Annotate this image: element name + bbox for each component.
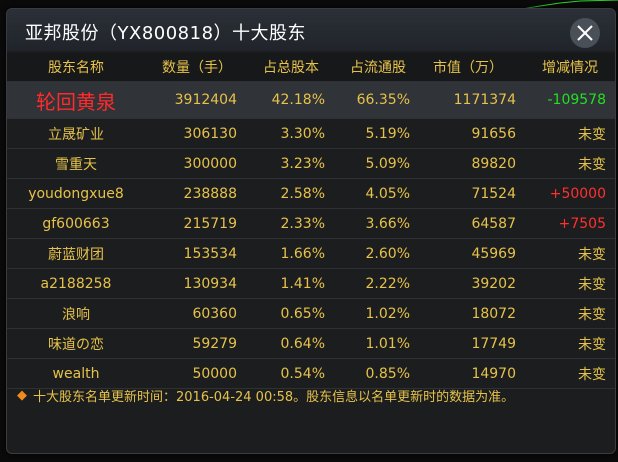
shareholders-table: 股东名称 数量（手） 占总股本 占流通股 市值（万） 增减情况 轮回黄泉 3912… <box>7 53 615 389</box>
shareholder-float-share: 0.85% <box>365 365 410 382</box>
update-note: ◆ 十大股东名单更新时间：2016-04-24 00:58。股东信息以名单更新时… <box>17 385 514 405</box>
shareholder-change: 未变 <box>578 276 606 293</box>
close-button[interactable] <box>570 18 600 48</box>
shareholder-float-share: 66.35% <box>356 92 410 108</box>
shareholder-market-value: 64587 <box>471 215 516 232</box>
table-row[interactable]: gf600663 215719 2.33% 3.66% 64587 +7505 <box>7 209 615 239</box>
shareholder-name: 浪响 <box>62 306 90 323</box>
shareholder-market-value: 39202 <box>471 275 516 292</box>
dialog-title: 亚邦股份（YX800818）十大股东 <box>25 23 307 44</box>
shareholder-name: a2188258 <box>40 275 112 292</box>
shareholder-name: 立晟矿业 <box>48 126 104 143</box>
shareholder-name: 味道の恋 <box>48 336 104 353</box>
shareholder-name: wealth <box>52 365 100 382</box>
shareholder-change: +7505 <box>558 215 606 232</box>
table-row[interactable]: 立晟矿业 306130 3.30% 5.19% 91656 未变 <box>7 119 615 149</box>
shareholder-float-share: 2.60% <box>365 245 410 262</box>
shareholder-change: 未变 <box>578 126 606 143</box>
shareholder-qty: 215719 <box>183 215 237 232</box>
shareholder-float-share: 2.22% <box>365 275 410 292</box>
shareholder-market-value: 45969 <box>471 245 516 262</box>
column-header-name[interactable]: 股东名称 <box>7 53 145 81</box>
shareholder-name: 雪重天 <box>55 156 97 173</box>
close-icon <box>577 25 593 41</box>
shareholder-change: 未变 <box>578 306 606 323</box>
shareholder-change: 未变 <box>578 336 606 353</box>
shareholder-market-value: 18072 <box>471 305 516 322</box>
shareholder-market-value: 17749 <box>471 335 516 352</box>
shareholder-total-share: 1.41% <box>280 275 325 292</box>
shareholder-name: 轮回黄泉 <box>36 89 116 114</box>
table-row[interactable]: a2188258 130934 1.41% 2.22% 39202 未变 <box>7 269 615 299</box>
dialog-titlebar: 亚邦股份（YX800818）十大股东 <box>7 9 615 51</box>
shareholder-market-value: 71524 <box>471 185 516 202</box>
shareholder-qty: 60360 <box>192 305 237 322</box>
diamond-icon: ◆ <box>17 387 27 403</box>
shareholder-total-share: 0.54% <box>280 365 325 382</box>
table-row[interactable]: 蔚蓝财团 153534 1.66% 2.60% 45969 未变 <box>7 239 615 269</box>
table-header: 股东名称 数量（手） 占总股本 占流通股 市值（万） 增减情况 <box>7 53 615 82</box>
update-note-text: 十大股东名单更新时间：2016-04-24 00:58。股东信息以名单更新时的数… <box>33 389 515 405</box>
shareholder-float-share: 5.19% <box>365 125 410 142</box>
shareholder-qty: 3912404 <box>174 92 237 108</box>
column-header-total-share[interactable]: 占总股本 <box>249 53 333 81</box>
shareholder-market-value: 91656 <box>471 125 516 142</box>
shareholder-qty: 238888 <box>183 185 237 202</box>
shareholders-dialog: 亚邦股份（YX800818）十大股东 股东名称 数量（手） 占总股本 占流通股 … <box>6 8 616 454</box>
column-header-float-share[interactable]: 占流通股 <box>333 53 423 81</box>
shareholder-change: 未变 <box>578 156 606 173</box>
shareholder-qty: 59279 <box>192 335 237 352</box>
shareholder-float-share: 5.09% <box>365 155 410 172</box>
column-header-qty[interactable]: 数量（手） <box>145 53 249 81</box>
shareholder-total-share: 42.18% <box>271 92 325 108</box>
shareholder-total-share: 0.65% <box>280 305 325 322</box>
table-row[interactable]: 轮回黄泉 3912404 42.18% 66.35% 1171374 -109578 <box>7 82 615 119</box>
shareholder-qty: 50000 <box>192 365 237 382</box>
shareholder-name: gf600663 <box>42 215 110 232</box>
shareholder-total-share: 1.66% <box>280 245 325 262</box>
shareholder-change: +50000 <box>549 185 606 202</box>
shareholder-market-value: 1171374 <box>453 92 516 108</box>
shareholder-name: youdongxue8 <box>28 185 124 202</box>
shareholder-float-share: 1.02% <box>365 305 410 322</box>
shareholder-name: 蔚蓝财团 <box>48 246 104 263</box>
table-row[interactable]: 味道の恋 59279 0.64% 1.01% 17749 未变 <box>7 329 615 359</box>
shareholder-float-share: 3.66% <box>365 215 410 232</box>
table-row[interactable]: youdongxue8 238888 2.58% 4.05% 71524 +50000 <box>7 179 615 209</box>
table-row[interactable]: 浪响 60360 0.65% 1.02% 18072 未变 <box>7 299 615 329</box>
shareholder-float-share: 4.05% <box>365 185 410 202</box>
shareholder-total-share: 3.30% <box>280 125 325 142</box>
table-row[interactable]: 雪重天 300000 3.23% 5.09% 89820 未变 <box>7 149 615 179</box>
shareholder-total-share: 2.58% <box>280 185 325 202</box>
shareholder-market-value: 14970 <box>471 365 516 382</box>
shareholder-change: 未变 <box>578 366 606 383</box>
shareholder-total-share: 0.64% <box>280 335 325 352</box>
shareholder-change: -109578 <box>547 92 607 108</box>
column-header-change[interactable]: 增减情况 <box>525 53 615 81</box>
shareholder-total-share: 2.33% <box>280 215 325 232</box>
shareholder-float-share: 1.01% <box>365 335 410 352</box>
shareholder-total-share: 3.23% <box>280 155 325 172</box>
shareholder-qty: 300000 <box>183 155 237 172</box>
shareholder-qty: 306130 <box>183 125 237 142</box>
shareholder-market-value: 89820 <box>471 155 516 172</box>
shareholder-change: 未变 <box>578 246 606 263</box>
column-header-market-value[interactable]: 市值（万） <box>423 53 513 81</box>
shareholder-qty: 130934 <box>183 275 237 292</box>
shareholder-qty: 153534 <box>183 245 237 262</box>
